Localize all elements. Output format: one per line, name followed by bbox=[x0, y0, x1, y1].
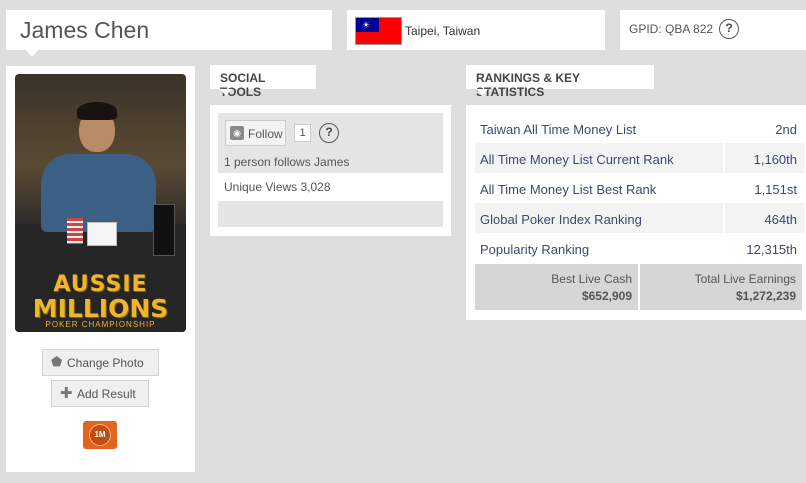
total-live-earnings-cell: Total Live Earnings $1,272,239 bbox=[640, 264, 802, 310]
add-result-label: Add Result bbox=[77, 387, 136, 401]
total-live-earnings-label: Total Live Earnings bbox=[694, 272, 796, 286]
ranking-row[interactable]: Popularity Ranking 12,315th bbox=[475, 233, 797, 263]
player-name-box: James Chen bbox=[6, 10, 332, 57]
total-live-earnings-value: $1,272,239 bbox=[735, 289, 796, 303]
gpid-help-icon[interactable]: ? bbox=[719, 19, 739, 39]
best-live-cash-cell: Best Live Cash $652,909 bbox=[475, 264, 638, 310]
camera-icon: ⬟ bbox=[51, 354, 63, 369]
social-empty-bar bbox=[218, 201, 443, 227]
add-result-button[interactable]: ✚ Add Result bbox=[51, 380, 149, 407]
ranking-value: 1,151st bbox=[754, 182, 797, 197]
change-photo-label: Change Photo bbox=[67, 356, 144, 370]
rankings-panel: Taiwan All Time Money List 2nd All Time … bbox=[466, 105, 806, 320]
ranking-label[interactable]: All Time Money List Current Rank bbox=[480, 152, 674, 167]
follow-label: Follow bbox=[248, 127, 283, 141]
ranking-row[interactable]: All Time Money List Best Rank 1,151st bbox=[475, 173, 797, 203]
ranking-label[interactable]: All Time Money List Best Rank bbox=[480, 182, 656, 197]
ranking-value: 1,160th bbox=[753, 152, 797, 167]
player-photo: AUSSIE MILLIONS POKER CHAMPIONSHIP bbox=[15, 74, 186, 332]
follow-count: 1 bbox=[294, 124, 311, 142]
ranking-label[interactable]: Taiwan All Time Money List bbox=[480, 122, 636, 137]
million-badge-icon: 1M bbox=[89, 424, 111, 446]
ranking-label[interactable]: Popularity Ranking bbox=[480, 242, 589, 257]
rss-icon: ◉ bbox=[230, 126, 244, 140]
photo-panel: AUSSIE MILLIONS POKER CHAMPIONSHIP ⬟ Cha… bbox=[6, 66, 195, 472]
rankings-title: RANKINGS & KEY STATISTICS bbox=[476, 71, 580, 99]
social-tools-header: SOCIAL TOOLS bbox=[210, 65, 316, 99]
ranking-row[interactable]: Global Poker Index Ranking 464th bbox=[475, 203, 805, 233]
ranking-value: 2nd bbox=[775, 122, 797, 137]
ranking-label[interactable]: Global Poker Index Ranking bbox=[480, 212, 642, 227]
ranking-row[interactable]: Taiwan All Time Money List 2nd bbox=[475, 113, 797, 143]
social-tools-panel: ◉ Follow 1 ? 1 person follows James Uniq… bbox=[210, 105, 451, 236]
photo-logo-line3: POKER CHAMPIONSHIP bbox=[45, 320, 156, 329]
callout-tail bbox=[26, 50, 38, 57]
gpid-label: GPID: QBA 822 bbox=[629, 22, 714, 36]
follow-area: ◉ Follow 1 ? 1 person follows James bbox=[218, 113, 443, 173]
unique-views-text: Unique Views 3,028 bbox=[224, 180, 331, 194]
ranking-value: 12,315th bbox=[746, 242, 797, 257]
million-badge[interactable]: 1M bbox=[83, 421, 117, 449]
gpid-box: GPID: QBA 822 ? bbox=[620, 10, 806, 50]
location-box: ☀ Taipei, Taiwan bbox=[347, 10, 605, 50]
location-text: Taipei, Taiwan bbox=[405, 24, 481, 38]
social-help-icon[interactable]: ? bbox=[319, 123, 339, 143]
followers-text: 1 person follows James bbox=[224, 155, 350, 169]
best-live-cash-value: $652,909 bbox=[581, 289, 632, 303]
rankings-header: RANKINGS & KEY STATISTICS bbox=[466, 65, 654, 99]
ranking-value: 464th bbox=[764, 212, 797, 227]
player-name: James Chen bbox=[20, 17, 150, 43]
ranking-row[interactable]: All Time Money List Current Rank 1,160th bbox=[475, 143, 805, 173]
follow-button[interactable]: ◉ Follow bbox=[225, 120, 286, 146]
best-live-cash-label: Best Live Cash bbox=[551, 272, 632, 286]
photo-logo-line2: MILLIONS bbox=[32, 294, 169, 323]
taiwan-flag-icon: ☀ bbox=[355, 17, 402, 45]
change-photo-button[interactable]: ⬟ Change Photo bbox=[42, 349, 159, 376]
plus-icon: ✚ bbox=[60, 385, 73, 402]
